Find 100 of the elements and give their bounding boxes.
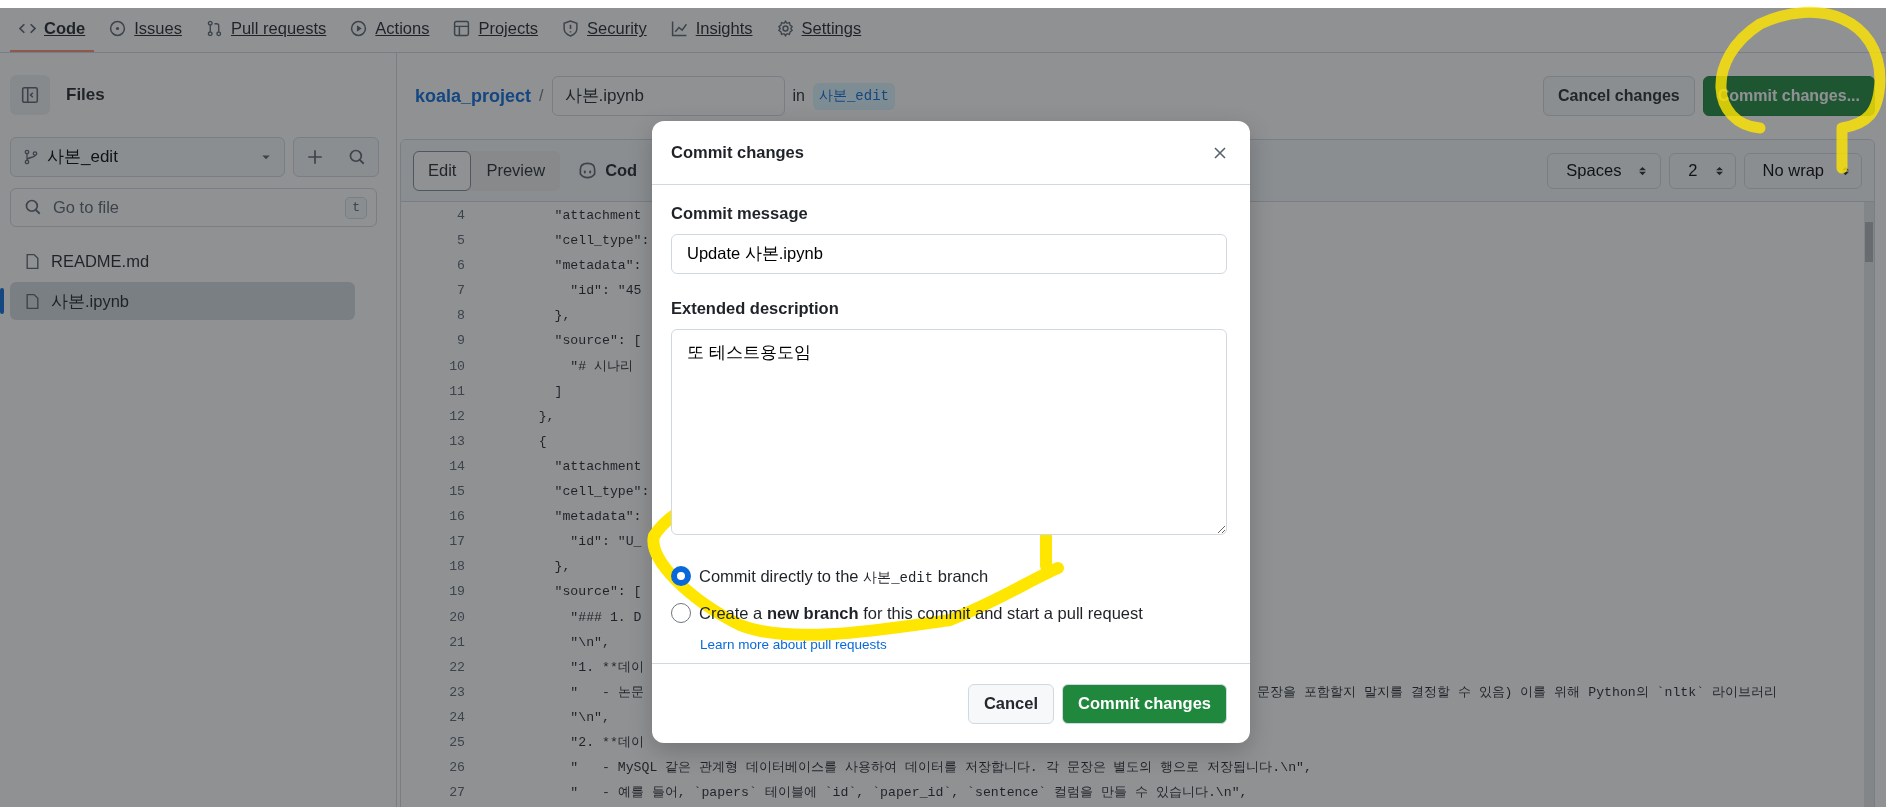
search-icon (348, 148, 366, 166)
field-label: Commit message (671, 203, 809, 224)
code-text: }, (537, 408, 555, 424)
code-text: }, (553, 308, 571, 324)
code-text: "attachment (553, 208, 642, 223)
field-label: Extended description (671, 297, 840, 319)
line-number: 25 (448, 733, 466, 752)
sidebar-title: Files (66, 84, 105, 107)
learn-more-link[interactable]: Learn more about pull requests (700, 636, 887, 652)
code-text: 문장을 포함할지 말지를 결정할 수 있음) 이를 위해 Python의 `nltk` 라이브러리 (1257, 683, 1778, 702)
gear-icon (776, 20, 794, 37)
pull-request-icon (205, 20, 223, 37)
file-icon (24, 292, 41, 310)
line-number: 19 (448, 583, 466, 602)
line-number: 16 (448, 508, 466, 527)
dropdown-select[interactable]: Spaces (1547, 152, 1662, 189)
code-text: "cell_type": (553, 484, 650, 500)
in-label: in (792, 86, 805, 106)
line-number: 20 (448, 608, 466, 627)
line-number: 18 (448, 558, 466, 577)
line-number: 23 (448, 683, 466, 702)
line-number: 27 (448, 784, 466, 803)
line-number: 8 (456, 307, 466, 326)
shortcut-key: t (345, 197, 367, 219)
code-text: "metadata": (553, 258, 642, 274)
line-number: 7 (456, 282, 466, 301)
filename-field[interactable]: 사본.ipynb (551, 76, 785, 116)
line-number: 21 (448, 633, 466, 652)
branch-label: 사본_edit (812, 82, 895, 110)
line-number: 12 (448, 407, 466, 426)
code-text: "# 시나리 (569, 358, 634, 374)
code-text: }, (553, 559, 571, 575)
repo-link[interactable]: koala_project (415, 82, 532, 110)
code-text: " - MySQL 같은 관계형 데이터베이스를 사용하여 데이터를 저장합니다. 각 문장은 별도의 행으로 저장됩니다.\n", (569, 760, 1312, 776)
mode-tab[interactable]: Edit (413, 150, 472, 191)
repo-tab[interactable]: Code (10, 7, 95, 52)
code-text: "metadata": (553, 509, 642, 525)
radio-button[interactable] (671, 566, 691, 586)
radio-button[interactable] (671, 603, 691, 623)
code-text: "2. **데이 (569, 734, 644, 750)
repo-tab[interactable]: Projects (444, 7, 548, 52)
side-panel-icon (21, 86, 39, 104)
plus-icon (306, 148, 324, 166)
scrollbar[interactable] (1864, 202, 1874, 807)
line-number: 17 (448, 533, 466, 552)
repo-tab[interactable]: Settings (767, 7, 871, 52)
code-text: "source": [ (553, 333, 642, 349)
code-text: "1. **데이 (569, 659, 644, 675)
copilot-text: Cod (605, 160, 638, 182)
commit-button[interactable]: Commit changes (1062, 683, 1227, 724)
side-panel-button[interactable] (10, 75, 50, 115)
commit-message-field[interactable]: Update 사본.ipynb (671, 233, 1227, 274)
line-number: 11 (448, 382, 466, 401)
line-number: 15 (448, 483, 466, 502)
code-text: " - 논문 (569, 683, 644, 702)
line-number: 10 (448, 357, 466, 376)
line-number: 9 (456, 332, 466, 351)
copilot-icon (578, 161, 598, 180)
repo-tab[interactable]: Insights (661, 7, 762, 52)
code-text: "source": [ (553, 584, 642, 600)
repo-tab[interactable]: Security (553, 7, 656, 52)
dialog-title: Commit changes (671, 142, 804, 164)
line-number: 6 (456, 257, 466, 276)
close-icon (1212, 144, 1228, 161)
line-number: 14 (448, 457, 466, 476)
dropdown-select[interactable]: No wrap (1743, 152, 1862, 189)
code-text: " - 예를 들어, `papers` 테이블에 `id`, `paper_id`, `sentence` 컬럼을 만들 수 있습니다.\n", (569, 785, 1248, 801)
graph-icon (670, 20, 688, 37)
cancel-button[interactable]: Cancel (967, 683, 1055, 724)
line-number: 24 (448, 708, 466, 727)
dropdown-select[interactable]: 2 (1669, 152, 1736, 189)
line-number: 22 (448, 658, 466, 677)
code-text: "\n", (569, 709, 610, 725)
repo-tab[interactable]: Actions (341, 7, 439, 52)
file-icon (24, 252, 41, 270)
line-number: 26 (448, 759, 466, 778)
code-text: ] (553, 383, 563, 399)
branch-icon (23, 149, 39, 165)
table-icon (453, 20, 471, 37)
description-field[interactable]: 또 테스트용도임 (671, 328, 1227, 535)
issue-icon (109, 20, 127, 37)
line-number: 13 (448, 432, 466, 451)
search-icon (24, 198, 42, 216)
code-text: "id": "U_ (569, 534, 642, 550)
line-number: 5 (456, 232, 466, 251)
play-icon (350, 20, 368, 37)
file-item[interactable]: README.md (10, 242, 355, 280)
code-text: { (537, 433, 547, 449)
branch-select[interactable]: 사본_edit (10, 137, 285, 177)
path-separator: / (539, 86, 544, 106)
repo-tab[interactable]: Issues (100, 7, 191, 52)
shield-icon (562, 20, 580, 37)
code-text: "\n", (569, 634, 610, 650)
repo-tab[interactable]: Pull requests (196, 7, 336, 52)
code-text: "id": "45 (569, 283, 642, 299)
cancel-button[interactable]: Cancel changes (1542, 76, 1695, 116)
line-number: 4 (456, 207, 466, 225)
option-label: Commit directly to the 사본_edit branch (699, 565, 989, 588)
code-text: "### 1. D (569, 609, 642, 625)
code-text: "attachment (553, 458, 642, 474)
